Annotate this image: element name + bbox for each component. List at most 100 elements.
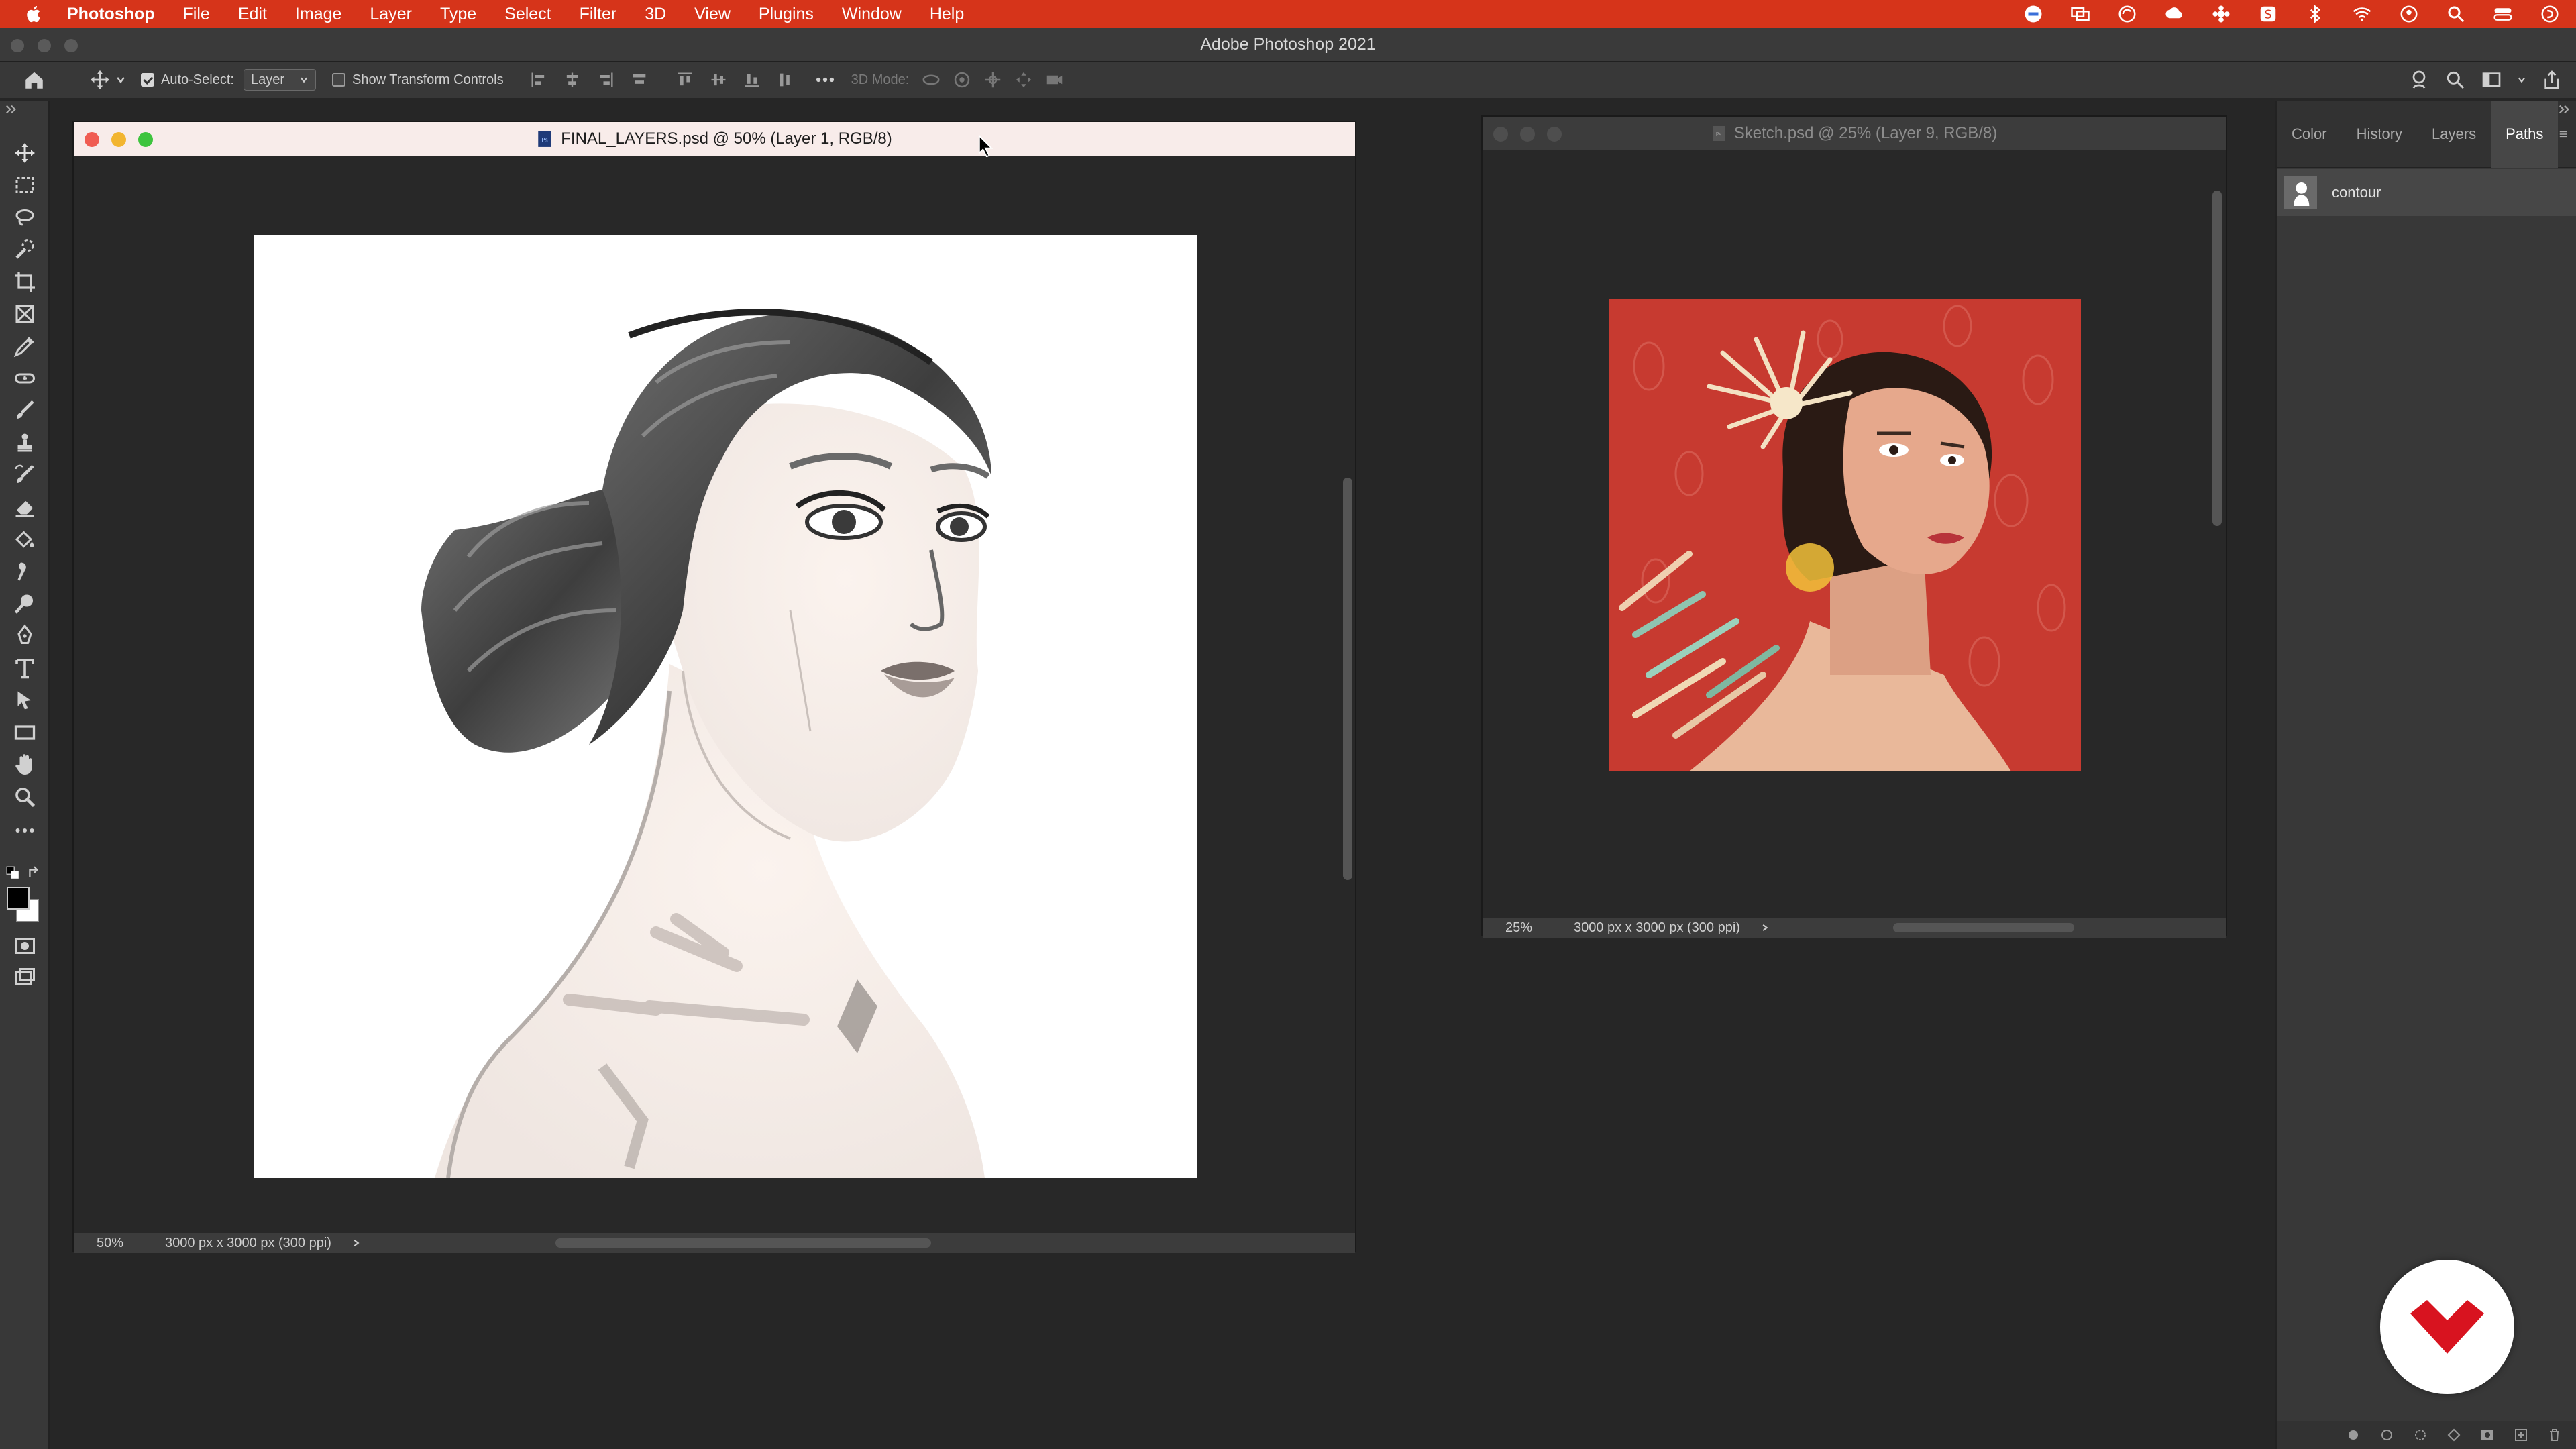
zoom-button[interactable] <box>64 39 78 52</box>
menu-plugins[interactable]: Plugins <box>759 5 814 24</box>
chevron-down-icon[interactable] <box>115 74 126 85</box>
stroke-path-icon[interactable] <box>2379 1427 2395 1443</box>
healing-brush-tool-icon[interactable] <box>13 366 37 390</box>
record-icon[interactable] <box>2023 4 2043 24</box>
distribute-vertical-icon[interactable] <box>776 70 795 89</box>
align-left-icon[interactable] <box>529 70 548 89</box>
horizontal-scrollbar[interactable] <box>1893 923 2074 932</box>
horizontal-scrollbar[interactable] <box>555 1238 931 1248</box>
3d-camera-icon[interactable] <box>1044 70 1065 90</box>
menu-3d[interactable]: 3D <box>645 5 666 24</box>
hand-tool-icon[interactable] <box>13 753 37 777</box>
foreground-color-swatch[interactable] <box>7 887 30 910</box>
user-icon[interactable] <box>2399 4 2419 24</box>
canvas-artwork-portrait-sketch[interactable] <box>254 235 1197 1178</box>
rectangle-tool-icon[interactable] <box>13 720 37 745</box>
canvas-area[interactable] <box>74 156 1339 1221</box>
quick-mask-icon[interactable] <box>13 934 37 958</box>
spotlight-search-icon[interactable] <box>2446 4 2466 24</box>
align-middle-icon[interactable] <box>709 70 728 89</box>
workspace-icon[interactable] <box>2481 69 2502 91</box>
3d-slide-icon[interactable] <box>1014 70 1034 90</box>
trash-icon[interactable] <box>2546 1427 2563 1443</box>
screen-mode-icon[interactable] <box>13 966 37 990</box>
transform-controls-checkbox[interactable] <box>331 73 345 87</box>
auto-select-dropdown[interactable]: Layer <box>243 69 316 91</box>
control-center-icon[interactable] <box>2493 4 2513 24</box>
collapse-arrows-icon[interactable] <box>5 103 17 115</box>
sync-icon[interactable] <box>2117 4 2137 24</box>
menu-type[interactable]: Type <box>440 5 476 24</box>
3d-roll-icon[interactable] <box>952 70 972 90</box>
auto-select-checkbox[interactable] <box>141 73 154 87</box>
quick-selection-tool-icon[interactable] <box>13 237 37 262</box>
panel-menu-icon[interactable] <box>2558 125 2569 144</box>
collapse-arrows-icon[interactable] <box>2559 103 2571 115</box>
minimize-button[interactable] <box>111 132 126 147</box>
tab-history[interactable]: History <box>2342 101 2417 168</box>
marquee-tool-icon[interactable] <box>13 173 37 197</box>
chevron-down-icon[interactable] <box>2517 75 2526 85</box>
path-selection-tool-icon[interactable] <box>13 688 37 712</box>
creative-cloud-icon[interactable] <box>2164 4 2184 24</box>
history-brush-tool-icon[interactable] <box>13 463 37 487</box>
minimize-button[interactable] <box>1520 127 1535 142</box>
3d-orbit-icon[interactable] <box>921 70 941 90</box>
lasso-tool-icon[interactable] <box>13 205 37 229</box>
close-button[interactable] <box>85 132 99 147</box>
menu-edit[interactable]: Edit <box>238 5 267 24</box>
pen-tool-icon[interactable] <box>13 624 37 648</box>
eraser-tool-icon[interactable] <box>13 495 37 519</box>
make-path-icon[interactable] <box>2446 1427 2462 1443</box>
fill-path-icon[interactable] <box>2345 1427 2361 1443</box>
bluetooth-icon[interactable] <box>2305 4 2325 24</box>
tab-layers[interactable]: Layers <box>2417 101 2491 168</box>
menu-app-name[interactable]: Photoshop <box>67 5 155 24</box>
apple-icon[interactable] <box>24 4 44 24</box>
wifi-icon[interactable] <box>2352 4 2372 24</box>
more-tools-icon[interactable] <box>13 818 37 843</box>
type-tool-icon[interactable] <box>13 656 37 680</box>
align-right-icon[interactable] <box>596 70 615 89</box>
paint-bucket-tool-icon[interactable] <box>13 527 37 551</box>
chevron-right-icon[interactable] <box>352 1238 361 1248</box>
align-top-icon[interactable] <box>676 70 694 89</box>
flower-icon[interactable] <box>2211 4 2231 24</box>
menu-filter[interactable]: Filter <box>580 5 617 24</box>
close-button[interactable] <box>11 39 24 52</box>
zoom-level[interactable]: 25% <box>1505 920 1563 936</box>
search-icon[interactable] <box>2445 69 2466 91</box>
vertical-scrollbar[interactable] <box>1343 478 1352 880</box>
menu-image[interactable]: Image <box>295 5 341 24</box>
screens-icon[interactable] <box>2070 4 2090 24</box>
siri-icon[interactable] <box>2540 4 2560 24</box>
share-icon[interactable] <box>2541 69 2563 91</box>
tab-color[interactable]: Color <box>2277 101 2342 168</box>
path-row-contour[interactable]: contour <box>2277 169 2576 216</box>
menu-file[interactable]: File <box>183 5 210 24</box>
add-mask-icon[interactable] <box>2479 1427 2496 1443</box>
more-options-icon[interactable] <box>814 68 837 91</box>
align-center-h-icon[interactable] <box>563 70 582 89</box>
home-icon[interactable] <box>23 68 46 91</box>
frame-tool-icon[interactable] <box>13 302 37 326</box>
load-selection-icon[interactable] <box>2412 1427 2428 1443</box>
canvas-artwork-color-sketch[interactable] <box>1609 299 2081 771</box>
brush-tool-icon[interactable] <box>13 398 37 423</box>
menu-help[interactable]: Help <box>930 5 964 24</box>
align-bottom-icon[interactable] <box>743 70 761 89</box>
stamp-tool-icon[interactable] <box>13 431 37 455</box>
zoom-tool-icon[interactable] <box>13 785 37 809</box>
move-tool-icon[interactable] <box>13 141 37 165</box>
document-title-bar[interactable]: Ps Sketch.psd @ 25% (Layer 9, RGB/8) <box>1483 117 2226 150</box>
eyedropper-tool-icon[interactable] <box>13 334 37 358</box>
crop-tool-icon[interactable] <box>13 270 37 294</box>
zoom-button[interactable] <box>1547 127 1562 142</box>
vertical-scrollbar[interactable] <box>2212 191 2222 526</box>
document-title-bar[interactable]: Ps FINAL_LAYERS.psd @ 50% (Layer 1, RGB/… <box>74 122 1355 156</box>
new-path-icon[interactable] <box>2513 1427 2529 1443</box>
menu-select[interactable]: Select <box>504 5 551 24</box>
menu-view[interactable]: View <box>694 5 731 24</box>
dodge-tool-icon[interactable] <box>13 592 37 616</box>
tab-paths[interactable]: Paths <box>2491 100 2559 168</box>
